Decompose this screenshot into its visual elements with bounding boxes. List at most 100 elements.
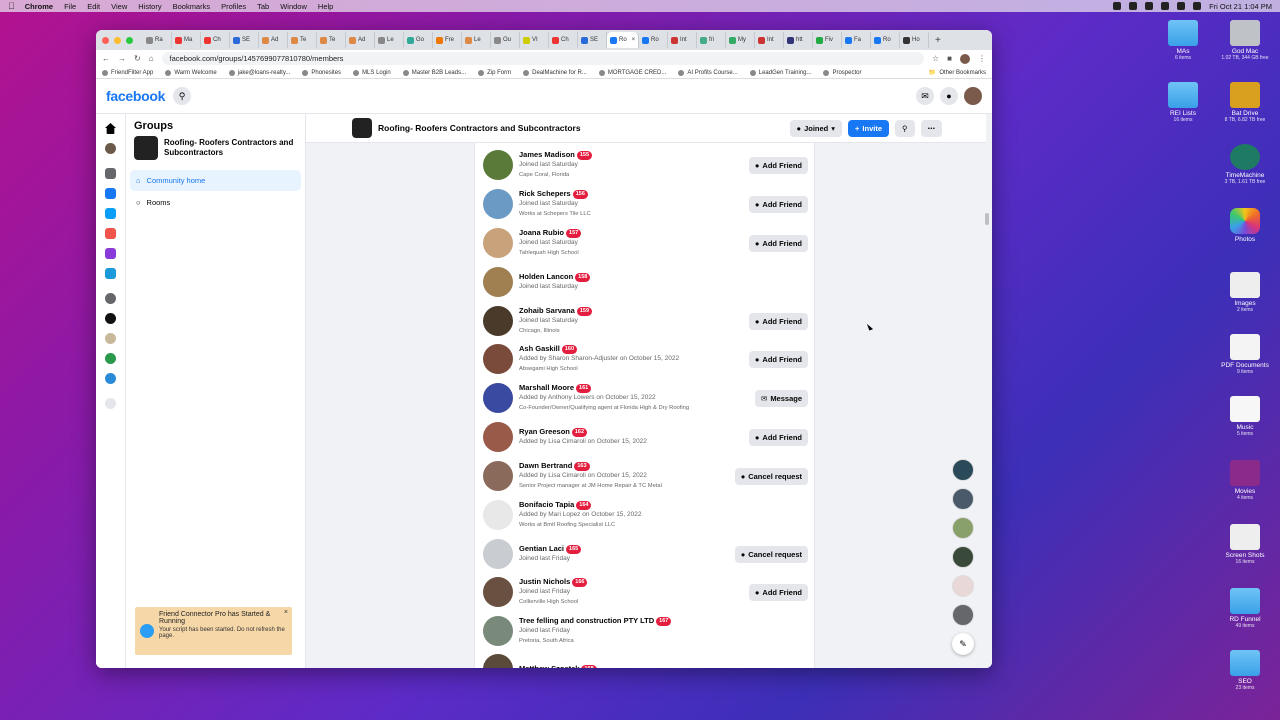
status-icon[interactable]: [1161, 2, 1170, 10]
member-avatar[interactable]: [483, 654, 513, 668]
member-avatar[interactable]: [483, 344, 513, 374]
other-bookmarks[interactable]: 📁 Other Bookmarks: [929, 69, 986, 77]
chat-head[interactable]: [952, 459, 974, 481]
member-name[interactable]: Holden Lancon: [519, 272, 573, 282]
member-avatar[interactable]: [483, 577, 513, 607]
member-name[interactable]: Matthew Szostek: [519, 664, 579, 668]
browser-tab[interactable]: Ro ×: [607, 32, 639, 48]
browser-tab[interactable]: Ro: [639, 32, 668, 48]
extensions-icon[interactable]: ■: [947, 54, 952, 63]
browser-tab[interactable]: Ad: [259, 32, 288, 48]
pages-icon[interactable]: [105, 228, 116, 239]
browser-tab[interactable]: SE: [578, 32, 607, 48]
menu-window[interactable]: Window: [280, 2, 307, 11]
zoom-window-button[interactable]: [126, 36, 133, 44]
member-action-button[interactable]: ● Cancel request: [734, 467, 808, 485]
bookmark[interactable]: Warm Welcome: [165, 69, 217, 76]
joined-button[interactable]: ● Joined ▾: [789, 119, 843, 137]
member-avatar[interactable]: [483, 306, 513, 336]
browser-tab[interactable]: Int: [755, 32, 784, 48]
status-icon[interactable]: [1113, 2, 1122, 10]
wifi-icon[interactable]: [1177, 2, 1186, 10]
groups-icon[interactable]: [105, 293, 116, 304]
browser-tab[interactable]: SE: [230, 32, 259, 48]
menu-icon[interactable]: ⋮: [978, 54, 986, 63]
scrollbar[interactable]: [984, 143, 990, 668]
desktop-folder[interactable]: REI Lists 16 items: [1148, 82, 1218, 123]
member-avatar[interactable]: [483, 500, 513, 530]
member-action-button[interactable]: ● Add Friend: [748, 195, 808, 213]
member-avatar[interactable]: [483, 383, 513, 413]
profile-avatar[interactable]: [960, 53, 970, 64]
status-icon[interactable]: [1145, 2, 1154, 10]
minimize-window-button[interactable]: [114, 36, 121, 44]
member-action-button[interactable]: ● Add Friend: [748, 350, 808, 368]
member-avatar[interactable]: [483, 189, 513, 219]
facebook-logo[interactable]: facebook: [106, 88, 165, 104]
group-shortcut[interactable]: [105, 313, 116, 324]
search-icon[interactable]: [1193, 2, 1202, 10]
invite-button[interactable]: + Invite: [848, 119, 889, 137]
member-name[interactable]: Ash Gaskill: [519, 344, 560, 354]
member-name[interactable]: Zohaib Sarvana: [519, 306, 575, 316]
saved-icon[interactable]: [105, 248, 116, 259]
member-action-button[interactable]: ● Add Friend: [748, 234, 808, 252]
browser-tab[interactable]: Te: [288, 32, 317, 48]
member-action-button[interactable]: ● Add Friend: [748, 583, 808, 601]
chat-head[interactable]: [952, 575, 974, 597]
browser-tab[interactable]: Ho: [900, 32, 929, 48]
close-tab-icon[interactable]: ×: [632, 37, 636, 43]
notifications-icon[interactable]: ●: [940, 87, 958, 105]
browser-tab[interactable]: My: [726, 32, 755, 48]
member-avatar[interactable]: [483, 461, 513, 491]
browser-tab[interactable]: VI: [520, 32, 549, 48]
desktop-folder[interactable]: MAs 6 items: [1148, 20, 1218, 61]
menu-edit[interactable]: Edit: [87, 2, 100, 11]
menu-grid-icon[interactable]: [105, 168, 116, 179]
desktop-folder[interactable]: Movies 4 items: [1210, 460, 1280, 501]
browser-tab[interactable]: Le: [462, 32, 491, 48]
chat-head[interactable]: [952, 517, 974, 539]
desktop-drive[interactable]: God Mac 1.02 TB, 344 GB free: [1210, 20, 1280, 61]
group-shortcut[interactable]: [105, 373, 116, 384]
member-action-button[interactable]: ● Add Friend: [748, 312, 808, 330]
home-icon[interactable]: [105, 123, 116, 134]
scroll-thumb[interactable]: [985, 213, 989, 225]
browser-tab[interactable]: Ad: [346, 32, 375, 48]
profile-avatar[interactable]: [105, 143, 116, 154]
menu-history[interactable]: History: [138, 2, 161, 11]
bookmark[interactable]: FriendFilter App: [102, 69, 153, 76]
messenger-icon[interactable]: ✉: [916, 87, 934, 105]
desktop-drive[interactable]: Bat Drive 8 TB, 6.82 TB free: [1210, 82, 1280, 123]
group-header[interactable]: Roofing- Roofers Contractors and Subcont…: [134, 136, 297, 160]
browser-tab[interactable]: Fa: [842, 32, 871, 48]
bookmark[interactable]: Zip Form: [478, 69, 511, 76]
bookmark[interactable]: Prospector: [823, 69, 861, 76]
bookmark[interactable]: Phonesites: [302, 69, 341, 76]
bookmark[interactable]: Master B2B Leads...: [402, 69, 466, 76]
member-avatar[interactable]: [483, 150, 513, 180]
browser-tab[interactable]: Go: [404, 32, 433, 48]
member-name[interactable]: Justin Nichols: [519, 577, 570, 587]
browser-tab[interactable]: Te: [317, 32, 346, 48]
member-avatar[interactable]: [483, 616, 513, 646]
member-avatar[interactable]: [483, 228, 513, 258]
nav-community-home[interactable]: ⌂ Community home: [130, 170, 301, 191]
status-icon[interactable]: [1129, 2, 1138, 10]
chat-head[interactable]: [952, 488, 974, 510]
bookmark[interactable]: DealMachine for R...: [523, 69, 587, 76]
desktop-folder[interactable]: PDF Documents 9 items: [1210, 334, 1280, 375]
browser-tab[interactable]: Ro: [871, 32, 900, 48]
group-search-button[interactable]: ⚲: [895, 119, 915, 137]
member-name[interactable]: James Madison: [519, 150, 575, 160]
bookmark[interactable]: LeadGen Training...: [749, 69, 811, 76]
member-name[interactable]: Rick Schepers: [519, 189, 571, 199]
star-icon[interactable]: ☆: [932, 54, 939, 63]
member-action-button[interactable]: ● Add Friend: [748, 428, 808, 446]
compose-icon[interactable]: ✎: [952, 633, 974, 655]
reload-icon[interactable]: ↻: [134, 54, 141, 63]
chat-head[interactable]: [952, 546, 974, 568]
member-name[interactable]: Joana Rubio: [519, 228, 564, 238]
member-action-button[interactable]: ✉ Message: [755, 389, 808, 407]
search-icon[interactable]: ⚲: [173, 87, 192, 105]
